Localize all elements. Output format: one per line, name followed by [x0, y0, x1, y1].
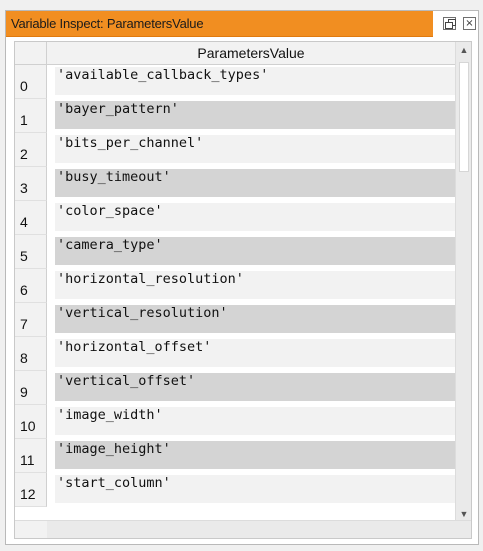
table-body: 0 'available_callback_types' 1 'bayer_patte…: [15, 65, 471, 507]
table-row[interactable]: 1 'bayer_pattern': [15, 99, 471, 133]
variable-table: ParametersValue 0 'available_callback_typ…: [14, 41, 472, 539]
row-value-cell[interactable]: 'camera_type': [55, 237, 471, 265]
table-row[interactable]: 4 'color_space': [15, 201, 471, 235]
title-highlight: Variable Inspect: ParametersValue: [6, 11, 433, 37]
row-value-cell[interactable]: 'image_height': [55, 441, 471, 469]
scroll-thumb[interactable]: [459, 62, 469, 172]
row-index: 5: [15, 235, 47, 269]
table-row[interactable]: 11 'image_height': [15, 439, 471, 473]
vertical-scrollbar[interactable]: ▲ ▼: [455, 42, 471, 522]
scroll-up-icon[interactable]: ▲: [456, 42, 471, 58]
horizontal-scrollbar[interactable]: [15, 520, 471, 538]
table-row[interactable]: 8 'horizontal_offset': [15, 337, 471, 371]
row-index: 8: [15, 337, 47, 371]
row-value-cell[interactable]: 'horizontal_resolution': [55, 271, 471, 299]
table-row[interactable]: 2 'bits_per_channel': [15, 133, 471, 167]
row-value-cell[interactable]: 'image_width': [55, 407, 471, 435]
variable-inspect-window: Variable Inspect: ParametersValue × Para…: [5, 10, 479, 545]
table-row[interactable]: 12 'start_column': [15, 473, 471, 507]
table-row[interactable]: 5 'camera_type': [15, 235, 471, 269]
row-value-cell[interactable]: 'start_column': [55, 475, 471, 503]
row-index: 1: [15, 99, 47, 133]
table-row[interactable]: 3 'busy_timeout': [15, 167, 471, 201]
window-title: Variable Inspect: ParametersValue: [11, 16, 204, 31]
row-value-cell[interactable]: 'color_space': [55, 203, 471, 231]
row-index: 10: [15, 405, 47, 439]
row-value-cell[interactable]: 'horizontal_offset': [55, 339, 471, 367]
close-icon[interactable]: ×: [463, 17, 476, 30]
row-index: 4: [15, 201, 47, 235]
row-index: 0: [15, 65, 47, 99]
row-index: 9: [15, 371, 47, 405]
header-corner: [15, 42, 47, 65]
row-value-cell[interactable]: 'vertical_offset': [55, 373, 471, 401]
table-row[interactable]: 10 'image_width': [15, 405, 471, 439]
table-row[interactable]: 9 'vertical_offset': [15, 371, 471, 405]
column-header[interactable]: ParametersValue: [47, 42, 455, 65]
row-index: 3: [15, 167, 47, 201]
row-index: 2: [15, 133, 47, 167]
row-index: 12: [15, 473, 47, 507]
row-index: 7: [15, 303, 47, 337]
table-row[interactable]: 6 'horizontal_resolution': [15, 269, 471, 303]
row-index: 6: [15, 269, 47, 303]
row-index: 11: [15, 439, 47, 473]
restore-icon[interactable]: [443, 17, 456, 30]
title-bar[interactable]: Variable Inspect: ParametersValue ×: [6, 11, 478, 37]
scrollbar-corner: [15, 521, 47, 538]
table-row[interactable]: 7 'vertical_resolution': [15, 303, 471, 337]
row-value-cell[interactable]: 'bayer_pattern': [55, 101, 471, 129]
table-row[interactable]: 0 'available_callback_types': [15, 65, 471, 99]
row-value-cell[interactable]: 'busy_timeout': [55, 169, 471, 197]
row-value-cell[interactable]: 'bits_per_channel': [55, 135, 471, 163]
row-value-cell[interactable]: 'available_callback_types': [55, 67, 471, 95]
row-value-cell[interactable]: 'vertical_resolution': [55, 305, 471, 333]
